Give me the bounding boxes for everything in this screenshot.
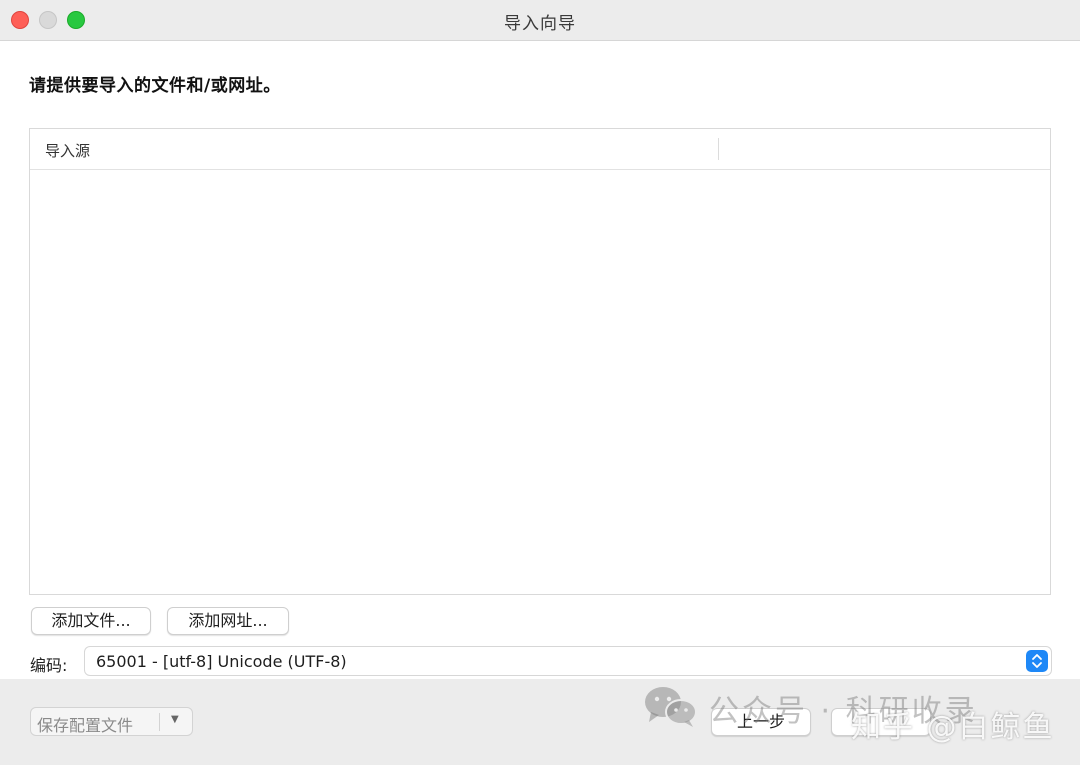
table-header: 导入源 — [30, 129, 1050, 170]
add-file-button[interactable]: 添加文件... — [31, 607, 151, 635]
updown-chevron-icon[interactable] — [1026, 650, 1048, 672]
window-title: 导入向导 — [504, 14, 576, 34]
import-wizard-window: 导入向导 请提供要导入的文件和/或网址。 导入源 添加文件... 添加网址...… — [0, 0, 1080, 765]
save-config-popup-button[interactable]: 保存配置文件 ▼ — [30, 707, 193, 736]
zhihu-watermark: 知乎 @白鲸鱼 — [851, 710, 1055, 745]
title-bar: 导入向导 — [0, 0, 1080, 41]
wizard-content: 请提供要导入的文件和/或网址。 导入源 添加文件... 添加网址... 编码: … — [0, 41, 1080, 679]
wechat-icon — [643, 684, 699, 736]
save-config-label: 保存配置文件 — [37, 716, 134, 735]
column-header-import-source[interactable]: 导入源 — [45, 140, 90, 161]
add-url-button[interactable]: 添加网址... — [167, 607, 289, 635]
dropdown-arrow-icon[interactable]: ▼ — [171, 714, 179, 725]
table-body[interactable] — [30, 170, 1050, 594]
encoding-value: 65001 - [utf-8] Unicode (UTF-8) — [96, 652, 347, 671]
save-config-separator — [159, 713, 160, 731]
encoding-select[interactable]: 65001 - [utf-8] Unicode (UTF-8) — [84, 646, 1052, 676]
encoding-label: 编码: — [30, 656, 68, 675]
import-source-table[interactable]: 导入源 — [29, 128, 1051, 595]
instruction-text: 请提供要导入的文件和/或网址。 — [29, 76, 281, 96]
column-divider[interactable] — [718, 138, 719, 160]
